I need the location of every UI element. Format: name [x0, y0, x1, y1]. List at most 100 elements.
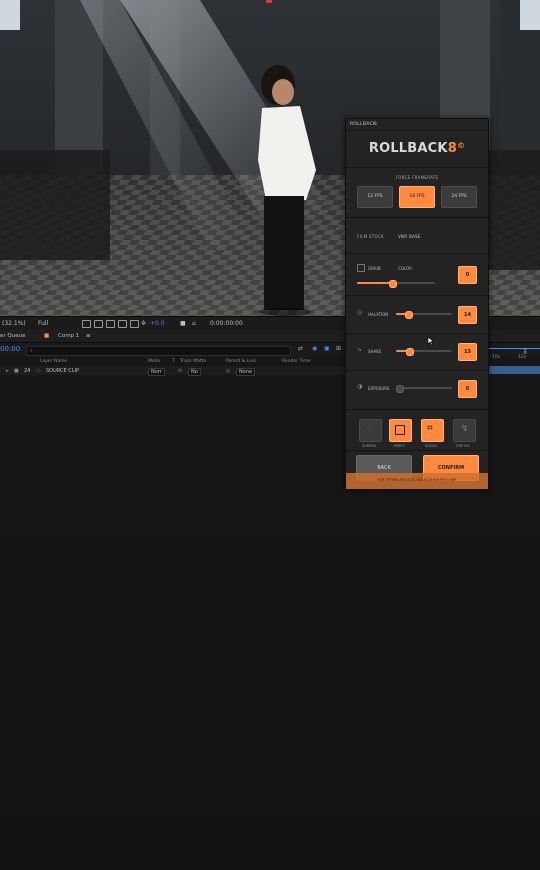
guides-icon[interactable] — [130, 320, 139, 330]
visibility-toggle-icon[interactable]: ▸ — [6, 368, 9, 374]
region-icon[interactable] — [94, 320, 103, 330]
layer-name[interactable]: SOURCE CLIP — [46, 368, 79, 374]
grid-icon[interactable] — [82, 320, 91, 330]
exp-fix-button[interactable]: ↯ — [453, 419, 476, 442]
halation-slider-knob[interactable] — [405, 311, 414, 319]
divider — [346, 450, 488, 451]
exposure-slider-knob[interactable] — [396, 385, 404, 393]
shake-slider-knob[interactable] — [406, 348, 415, 356]
grain-label: GRAIN — [368, 266, 381, 271]
frame-blend-icon[interactable]: ⊞ — [336, 345, 341, 352]
shy-layers-icon[interactable]: ⇄ — [298, 345, 303, 352]
plugin-logo: ROLLBACK8© — [346, 141, 488, 156]
edges-button[interactable]: ⌗ — [421, 419, 444, 442]
exposure-label: EXPOSURE — [368, 386, 390, 391]
track-matte-select[interactable]: No — [188, 368, 201, 376]
layer-row[interactable]: ▸ ■ 24 ▭ SOURCE CLIP Norr ⊘ No ◎ None — [0, 366, 345, 376]
panel-menu-icon[interactable]: ≡ — [374, 122, 378, 127]
fps-24-button[interactable]: 24 FPS — [441, 186, 477, 208]
layer-number: 24 — [24, 368, 31, 374]
divider — [346, 167, 488, 168]
perfs-button[interactable] — [389, 419, 412, 442]
grain-slider[interactable] — [357, 280, 435, 288]
perfs-icon — [395, 425, 405, 435]
divider — [346, 253, 488, 254]
draft-3d-icon[interactable]: ▣ — [324, 345, 330, 352]
mode-header[interactable]: Mode — [148, 359, 160, 364]
fps-12-button[interactable]: 12 FPS — [357, 186, 393, 208]
layer-column-headers: Layer Name Mode T Track Matte Parent & L… — [0, 358, 345, 365]
edges-label: EDGES — [424, 444, 438, 448]
layer-mode-select[interactable]: Norr — [148, 368, 165, 376]
divider — [346, 130, 488, 131]
zoom-level[interactable]: (32.1%) — [2, 320, 26, 327]
parent-select[interactable]: None — [236, 368, 256, 376]
exposure-icon: ◑ — [357, 383, 363, 390]
ruler-label-10s: 10s — [492, 355, 501, 360]
logo-mark: © — [456, 141, 466, 150]
panel-tab-title[interactable]: ROLLBACK — [350, 122, 376, 127]
camera-icon[interactable]: ■ — [180, 320, 186, 327]
timeline-timecode[interactable]: 00:00 — [0, 345, 20, 353]
work-area-bar[interactable] — [487, 348, 540, 349]
pickwhip-icon[interactable]: ◎ — [226, 368, 230, 374]
comp-tab[interactable]: Comp 1 — [58, 333, 79, 339]
link-icon: ⊘ — [178, 368, 183, 374]
force-framerate-label: FORCE FRAMERATE — [395, 175, 439, 180]
t-header[interactable]: T — [172, 359, 175, 364]
film-stock-value[interactable]: VNR BASE — [398, 234, 421, 239]
timeline-ruler[interactable]: ⊼ 10s 12s — [487, 346, 540, 386]
exposure-value[interactable]: 0 — [458, 380, 477, 398]
perfs-label: PERFS — [393, 444, 405, 448]
grain-value[interactable]: 0 — [458, 266, 477, 284]
divider — [346, 333, 488, 334]
edges-icon: ⌗ — [427, 423, 433, 434]
show-channel-icon[interactable]: ⌂ — [192, 320, 196, 327]
grain-color-label[interactable]: COLOR — [398, 266, 412, 271]
halation-value[interactable]: 14 — [458, 306, 477, 324]
render-queue-tab[interactable]: er Queue — [0, 333, 25, 339]
layer-type-icon: ▭ — [36, 368, 41, 374]
render-time-header[interactable]: Render Time — [282, 359, 310, 364]
halation-icon: ◎ — [357, 309, 363, 316]
shake-label: SHAKE — [368, 349, 382, 354]
footer-note: FOR OPTIMAL RESULTS, USE IN 23.976 FPS C… — [377, 478, 457, 482]
ruler-label-12s: 12s — [518, 355, 527, 360]
shake-icon: ↘ — [357, 346, 363, 353]
shake-value[interactable]: 15 — [458, 343, 477, 361]
grain-icon — [357, 264, 365, 272]
divider — [346, 409, 488, 410]
exp-fix-label: EXP FIX — [456, 444, 470, 448]
shake-slider[interactable] — [396, 348, 452, 356]
mask-icon[interactable] — [118, 320, 127, 330]
current-time[interactable]: 0:00:00:00 — [210, 320, 243, 327]
divider — [346, 295, 488, 296]
logo-text: ROLLBACK — [368, 141, 448, 156]
grain-slider-fill — [357, 282, 393, 284]
exp-fix-icon: ↯ — [461, 424, 469, 434]
super8-icon: ♢ — [366, 424, 375, 434]
color-icon[interactable]: ✲ — [141, 320, 146, 327]
track-matte-header[interactable]: Track Matte — [180, 359, 206, 364]
resolution-select[interactable]: Full — [38, 320, 48, 327]
rollback-plugin-panel: ROLLBACK ≡ ROLLBACK8© FORCE FRAMERATE 12… — [345, 118, 489, 490]
exposure-value[interactable]: +0.0 — [150, 320, 165, 327]
transparency-icon[interactable] — [106, 320, 115, 330]
exposure-slider[interactable] — [396, 385, 452, 393]
motion-blur-icon[interactable]: ◉ — [312, 345, 317, 352]
super8-button[interactable]: ♢ — [359, 419, 382, 442]
playhead-marker — [266, 0, 272, 3]
layer-name-header[interactable]: Layer Name — [40, 359, 67, 364]
comp-tab-menu-icon[interactable]: ≡ — [86, 333, 91, 339]
halation-slider[interactable] — [396, 311, 452, 319]
layer-duration-bar[interactable] — [487, 366, 540, 374]
halation-label: HALATION — [368, 312, 389, 317]
parent-link-header[interactable]: Parent & Link — [226, 359, 256, 364]
grain-slider-knob[interactable] — [389, 280, 398, 288]
layer-search-input[interactable]: ⌕ — [26, 346, 291, 356]
fps-18-button[interactable]: 18 FPS — [399, 186, 435, 208]
layer-label-color[interactable]: ■ — [14, 368, 19, 374]
logo-accent: 8 — [447, 141, 457, 156]
divider — [346, 370, 488, 371]
super8-label: SUPER8 — [362, 444, 376, 448]
